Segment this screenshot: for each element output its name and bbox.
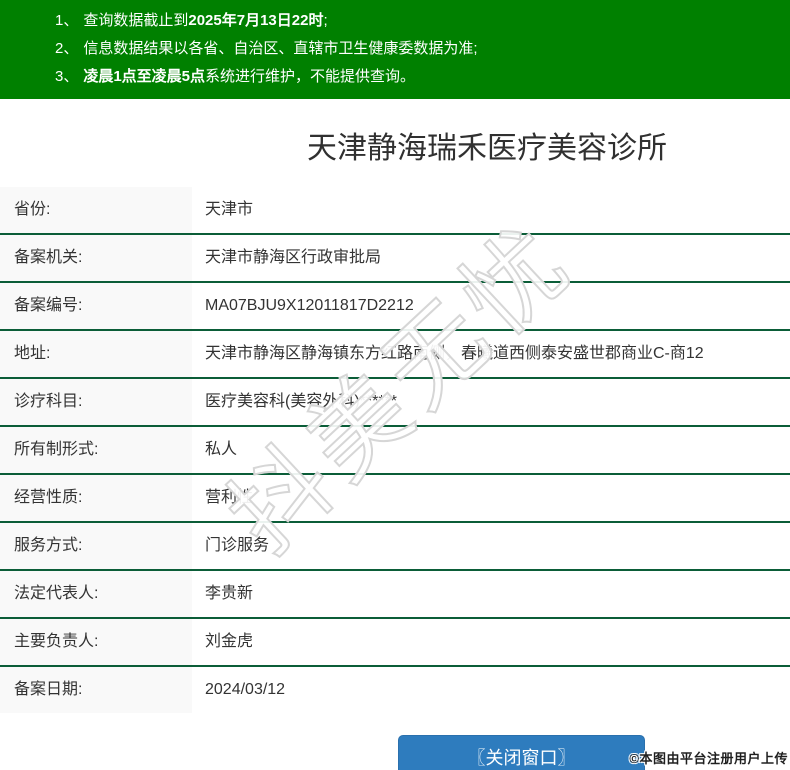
row-label: 备案编号: xyxy=(0,283,192,329)
row-label: 所有制形式: xyxy=(0,427,192,473)
row-label: 服务方式: xyxy=(0,523,192,569)
row-value: 天津市 xyxy=(205,201,254,218)
notice-line-number: 2、 xyxy=(55,40,79,57)
table-row-treatment-subjects: 诊疗科目: 医疗美容科(美容外科)****** xyxy=(0,377,790,425)
row-label: 备案日期: xyxy=(0,667,192,713)
platform-upload-badge: ©本图由平台注册用户上传 xyxy=(629,751,788,766)
row-label: 经营性质: xyxy=(0,475,192,521)
row-value: 2024/03/12 xyxy=(205,681,286,698)
table-row-service-mode: 服务方式: 门诊服务 xyxy=(0,521,790,569)
row-value: 门诊服务 xyxy=(205,537,270,554)
table-row-business-nature: 经营性质: 营利性 xyxy=(0,473,790,521)
row-value: 李贵新 xyxy=(205,585,254,602)
table-row-legal-representative: 法定代表人: 李贵新 xyxy=(0,569,790,617)
row-label: 法定代表人: xyxy=(0,571,192,617)
row-label: 诊疗科目: xyxy=(0,379,192,425)
notice-banner: 1、 查询数据截止到2025年7月13日22时; 2、 信息数据结果以各省、自治区、… xyxy=(0,0,790,99)
row-value: 私人 xyxy=(205,441,238,458)
row-label: 备案机关: xyxy=(0,235,192,281)
notice-line-1: 1、 查询数据截止到2025年7月13日22时; xyxy=(55,7,780,35)
page-title: 天津静海瑞禾医疗美容诊所 xyxy=(307,132,667,165)
row-value: 天津市静海区行政审批局 xyxy=(205,249,382,266)
record-table: 省份: 天津市 备案机关: 天津市静海区行政审批局 备案编号: MA07BJU9… xyxy=(0,187,790,713)
row-value: 刘金虎 xyxy=(205,633,254,650)
row-label: 主要负责人: xyxy=(0,619,192,665)
close-window-button[interactable]: 〖关闭窗口〗 xyxy=(398,735,645,770)
notice-line-2: 2、 信息数据结果以各省、自治区、直辖市卫生健康委数据为准; xyxy=(55,35,780,63)
table-row-filing-number: 备案编号: MA07BJU9X12011817D2212 xyxy=(0,281,790,329)
notice-line-number: 3、 xyxy=(55,68,79,85)
row-value: 医疗美容科(美容外科)****** xyxy=(205,393,398,410)
table-row-province: 省份: 天津市 xyxy=(0,187,790,233)
row-value: 营利性 xyxy=(205,489,254,506)
table-row-principal-person: 主要负责人: 刘金虎 xyxy=(0,617,790,665)
row-value: 天津市静海区静海镇东方红路南侧，春曦道西侧泰安盛世郡商业C-商12 xyxy=(205,345,704,362)
row-value: MA07BJU9X12011817D2212 xyxy=(205,297,414,314)
notice-text: 信息数据结果以各省、自治区、直辖市卫生健康委数据为准; xyxy=(83,40,478,57)
row-label: 省份: xyxy=(0,187,192,233)
notice-line-number: 1、 xyxy=(55,12,79,29)
notice-text: ; xyxy=(323,12,328,29)
table-row-address: 地址: 天津市静海区静海镇东方红路南侧，春曦道西侧泰安盛世郡商业C-商12 xyxy=(0,329,790,377)
notice-text: 系统进行维护，不能提供查询。 xyxy=(205,68,416,85)
notice-text-bold: 凌晨1点至凌晨5点 xyxy=(83,68,206,85)
table-row-filing-date: 备案日期: 2024/03/12 xyxy=(0,665,790,713)
page: 1、 查询数据截止到2025年7月13日22时; 2、 信息数据结果以各省、自治区、… xyxy=(0,0,790,770)
table-row-filing-authority: 备案机关: 天津市静海区行政审批局 xyxy=(0,233,790,281)
notice-text: 查询数据截止到 xyxy=(83,12,189,29)
notice-text-bold: 2025年7月13日22时 xyxy=(188,12,324,29)
notice-line-3: 3、 凌晨1点至凌晨5点系统进行维护，不能提供查询。 xyxy=(55,63,780,91)
table-row-ownership-form: 所有制形式: 私人 xyxy=(0,425,790,473)
row-label: 地址: xyxy=(0,331,192,377)
